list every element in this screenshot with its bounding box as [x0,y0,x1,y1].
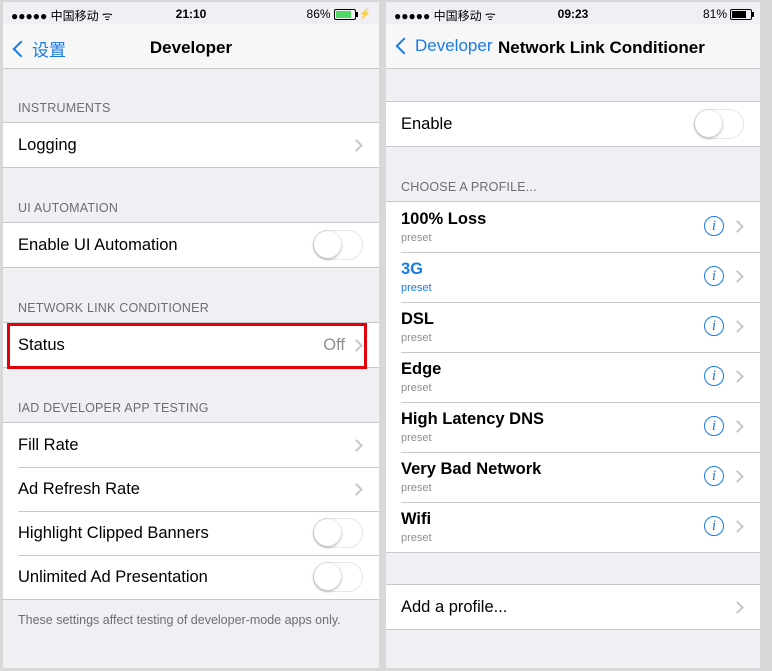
enable-ui-automation-row: Enable UI Automation [3,223,379,267]
profile-name: High Latency DNS [401,410,545,428]
profile-subtitle: preset [401,532,432,544]
profile-row[interactable]: Wifi preset i [386,502,760,552]
page-title: Developer [149,38,233,57]
toggle-knob [314,563,341,590]
enable-toggle[interactable] [694,109,744,139]
section-header-ui-automation: UI AUTOMATION [18,201,119,215]
chevron-right-icon [731,270,744,283]
profile-name: 100% Loss [401,210,487,228]
add-profile-group: Add a profile... [386,584,760,630]
enable-ui-automation-label: Enable UI Automation [18,235,178,254]
ad-refresh-rate-label: Ad Refresh Rate [18,479,140,498]
battery-percent: 86% [306,7,331,21]
info-icon[interactable]: i [704,216,724,236]
logging-row[interactable]: Logging [3,123,379,167]
nav-bar: Developer Network Link Conditioner [386,24,760,69]
highlight-box [7,323,367,369]
profile-row[interactable]: DSL preset i [386,302,760,352]
toggle-knob [314,519,341,546]
section-header-instruments: INSTRUMENTS [18,101,111,115]
enable-ui-automation-toggle[interactable] [313,230,363,260]
info-icon[interactable]: i [704,466,724,486]
add-profile-label: Add a profile... [401,597,508,616]
instruments-group: Logging [3,122,379,168]
chevron-right-icon [731,370,744,383]
profile-subtitle: preset [401,382,432,394]
profile-subtitle: preset [401,282,432,294]
profile-subtitle: preset [401,232,432,244]
chevron-right-icon [731,520,744,533]
chevron-right-icon [350,438,363,452]
back-button[interactable]: Developer [394,36,493,56]
add-profile-row[interactable]: Add a profile... [386,585,760,629]
chevron-right-icon [731,420,744,433]
status-bar: ●●●●● 中国移动 ᯤ 21:10 86% ⚡ [3,2,379,24]
unlimited-ad-presentation-toggle[interactable] [313,562,363,592]
chevron-right-icon [350,482,363,496]
page-title: Network Link Conditioner [498,38,705,57]
chevron-right-icon [350,138,363,152]
profile-row[interactable]: Edge preset i [386,352,760,402]
developer-screen: ●●●●● 中国移动 ᯤ 21:10 86% ⚡ 设置 Developer IN… [3,2,379,668]
info-icon[interactable]: i [704,416,724,436]
chevron-left-icon [395,37,413,55]
iad-group: Fill Rate Ad Refresh Rate Highlight Clip… [3,422,379,600]
section-header-network-link-conditioner: NETWORK LINK CONDITIONER [18,301,209,315]
enable-row: Enable [386,102,760,146]
info-icon[interactable]: i [704,516,724,536]
section-header-iad: IAD DEVELOPER APP TESTING [18,401,209,415]
highlight-clipped-banners-label: Highlight Clipped Banners [18,523,209,542]
highlight-clipped-banners-row: Highlight Clipped Banners [3,511,379,555]
enable-group: Enable [386,101,760,147]
section-header-choose-profile: CHOOSE A PROFILE... [401,180,537,194]
highlight-clipped-banners-toggle[interactable] [313,518,363,548]
profile-row-selected[interactable]: 3G preset i [386,252,760,302]
profile-subtitle: preset [401,332,432,344]
battery-indicator: 86% ⚡ [307,7,371,21]
back-label: Developer [415,36,493,55]
profiles-group: 100% Loss preset i 3G preset i DSL prese… [386,201,760,553]
enable-label: Enable [401,114,453,133]
charging-icon: ⚡ [358,8,371,20]
chevron-right-icon [731,320,744,333]
battery-icon [730,8,754,20]
battery-indicator: 81% [702,7,754,21]
ui-automation-group: Enable UI Automation [3,222,379,268]
unlimited-ad-presentation-row: Unlimited Ad Presentation [3,555,379,599]
logging-label: Logging [18,135,77,154]
profile-row[interactable]: 100% Loss preset i [386,202,760,252]
fill-rate-row[interactable]: Fill Rate [3,423,379,467]
chevron-right-icon [731,220,744,233]
battery-icon [333,8,358,20]
profile-subtitle: preset [401,432,432,444]
profile-subtitle: preset [401,482,432,494]
info-icon[interactable]: i [704,266,724,286]
iad-footer-note: These settings affect testing of develop… [18,613,341,627]
fill-rate-label: Fill Rate [18,435,79,454]
status-bar: ●●●●● 中国移动 ᯤ 09:23 81% [386,2,760,24]
info-icon[interactable]: i [704,316,724,336]
nav-bar: 设置 Developer [3,24,379,69]
network-link-conditioner-screen: ●●●●● 中国移动 ᯤ 09:23 81% Developer Network… [386,2,760,668]
profile-row[interactable]: Very Bad Network preset i [386,452,760,502]
profile-name: DSL [401,310,434,328]
battery-percent: 81% [702,7,727,21]
profile-name: Wifi [401,510,432,528]
profile-name: 3G [401,260,424,278]
toggle-knob [314,231,341,258]
unlimited-ad-presentation-label: Unlimited Ad Presentation [18,567,208,586]
ad-refresh-rate-row[interactable]: Ad Refresh Rate [3,467,379,511]
info-icon[interactable]: i [704,366,724,386]
profile-name: Edge [401,360,442,378]
chevron-right-icon [731,470,744,483]
profile-name: Very Bad Network [401,460,542,478]
profile-row[interactable]: High Latency DNS preset i [386,402,760,452]
toggle-knob [695,110,722,137]
chevron-right-icon [731,600,744,614]
